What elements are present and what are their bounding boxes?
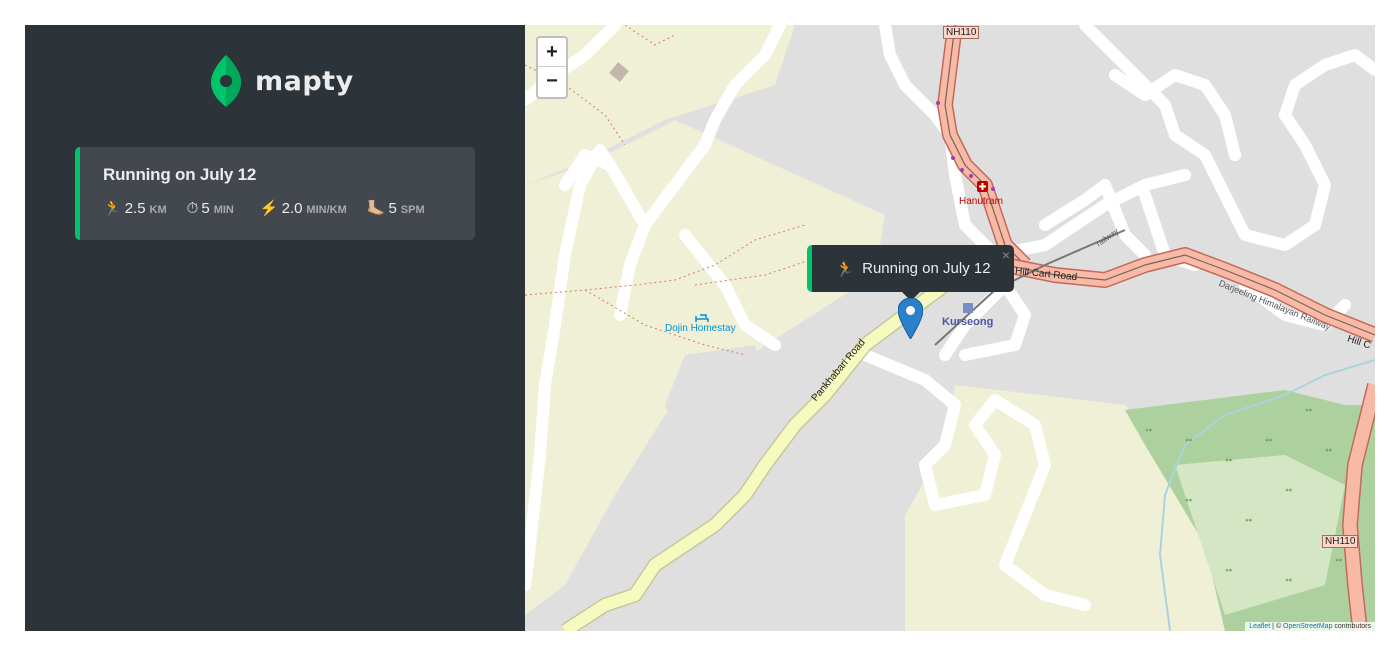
workout-card[interactable]: Running on July 12 🏃 2.5 km ⏱ 5 min ⚡️ 2… <box>75 147 475 240</box>
svg-text:ᕯ: ᕯ <box>1325 447 1332 457</box>
logo-text: mapty <box>255 65 354 97</box>
workout-pace: ⚡️ 2.0 min/km <box>260 199 347 217</box>
distance-unit: km <box>149 204 167 216</box>
logo: mapty <box>211 55 354 107</box>
app-container: mapty Running on July 12 🏃 2.5 km ⏱ 5 mi… <box>25 25 1375 631</box>
popup-close-button[interactable]: × <box>1002 247 1010 263</box>
pace-value: 2.0 <box>281 200 303 217</box>
distance-value: 2.5 <box>124 200 146 217</box>
running-icon: 🏃 <box>103 200 122 217</box>
pace-unit: min/km <box>306 204 347 216</box>
workout-cadence: 🦶🏼 5 spm <box>367 199 425 217</box>
map-attribution: Leaflet | © OpenStreetMap contributors <box>1245 622 1375 631</box>
kurseong-label: Kurseong <box>942 316 994 328</box>
attribution-contributors: contributors <box>1332 623 1371 630</box>
workout-distance: 🏃 2.5 km <box>103 199 167 217</box>
svg-text:ᕯ: ᕯ <box>1225 567 1232 577</box>
nh110-right-label: NH110 <box>1322 535 1359 548</box>
map-pin-logo-icon <box>211 55 241 107</box>
lightning-icon: ⚡️ <box>259 200 279 217</box>
running-icon: 🏃 <box>835 260 855 278</box>
workout-popup[interactable]: × 🏃 Running on July 12 <box>807 245 1014 292</box>
duration-unit: min <box>213 204 234 216</box>
svg-text:ᕯ: ᕯ <box>1285 487 1292 497</box>
workout-title: Running on July 12 <box>103 165 257 184</box>
svg-text:ᕯ: ᕯ <box>1185 437 1192 447</box>
workout-details: 🏃 2.5 km ⏱ 5 min ⚡️ 2.0 min/km 🦶🏼 5 <box>103 199 475 217</box>
hanutram-label: Hanutram <box>959 196 1003 207</box>
svg-text:ᕯ: ᕯ <box>1245 517 1252 527</box>
workout-duration: ⏱ 5 min <box>187 200 234 217</box>
attribution-separator: | © <box>1270 623 1284 630</box>
zoom-in-button[interactable]: + <box>538 38 566 67</box>
svg-text:ᕯ: ᕯ <box>1225 457 1232 467</box>
svg-text:ᕯ: ᕯ <box>1185 497 1192 507</box>
svg-text:ᕯ: ᕯ <box>1305 407 1312 417</box>
map-marker-icon[interactable] <box>897 297 924 344</box>
cadence-value: 5 <box>388 200 397 217</box>
leaflet-link[interactable]: Leaflet <box>1249 623 1270 630</box>
nh110-top-label: NH110 <box>943 26 980 39</box>
popup-text: Running on July 12 <box>862 260 991 277</box>
duration-value: 5 <box>201 200 210 217</box>
stopwatch-icon: ⏱ <box>186 200 199 217</box>
svg-text:ᕯ: ᕯ <box>1285 577 1292 587</box>
cadence-unit: spm <box>400 204 425 216</box>
map[interactable]: ᕯ ᕯ ᕯ ᕯ ᕯ ᕯ ᕯ ᕯ ᕯ ᕯ ᕯ ᕯ NH110 NH110 Hanu… <box>525 25 1375 631</box>
zoom-control: + − <box>536 36 568 99</box>
zoom-out-button[interactable]: − <box>538 67 566 96</box>
map-tiles[interactable]: ᕯ ᕯ ᕯ ᕯ ᕯ ᕯ ᕯ ᕯ ᕯ ᕯ ᕯ ᕯ <box>525 25 1375 631</box>
svg-text:ᕯ: ᕯ <box>1145 427 1152 437</box>
foot-icon: 🦶🏼 <box>366 200 386 217</box>
svg-text:ᕯ: ᕯ <box>1265 437 1272 447</box>
svg-text:ᕯ: ᕯ <box>1335 557 1342 567</box>
osm-link[interactable]: OpenStreetMap <box>1283 623 1332 630</box>
dojin-homestay-label: Dojin Homestay <box>665 323 736 334</box>
sidebar: mapty Running on July 12 🏃 2.5 km ⏱ 5 mi… <box>25 25 525 631</box>
